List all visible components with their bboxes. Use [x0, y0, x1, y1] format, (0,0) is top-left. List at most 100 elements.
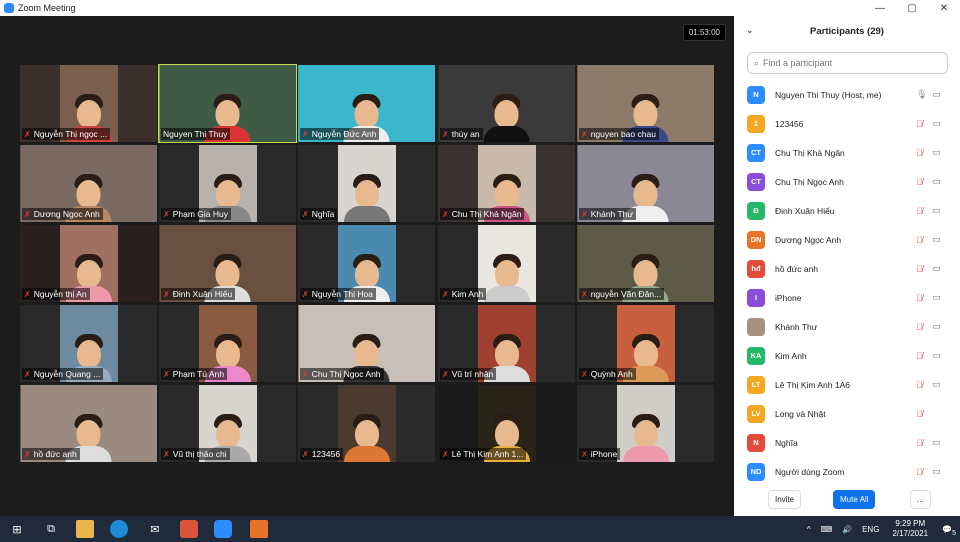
- zoom-taskbar-icon[interactable]: [214, 520, 232, 538]
- search-input[interactable]: [763, 58, 934, 68]
- participant-face: [354, 100, 379, 128]
- video-tile[interactable]: ✗ Kim Anh: [438, 225, 575, 302]
- video-off-icon[interactable]: ▭: [932, 263, 941, 274]
- video-off-icon[interactable]: ▭: [932, 437, 941, 448]
- mic-icon[interactable]: 🎙: [916, 89, 927, 100]
- video-tile[interactable]: ✗ nguyen bao chau: [577, 65, 714, 142]
- app2-icon[interactable]: [250, 520, 268, 538]
- muted-mic-icon[interactable]: 🎙̸: [916, 293, 923, 303]
- muted-mic-icon[interactable]: 🎙̸: [916, 351, 923, 361]
- participant-face: [494, 180, 519, 208]
- muted-mic-icon[interactable]: 🎙̸: [916, 467, 923, 477]
- participant-row[interactable]: N Nguyen Thi Thuy (Host, me) 🎙 ▭: [734, 80, 960, 109]
- participant-row[interactable]: LT Lê Thị Kim Anh 1A6 🎙̸ ▭: [734, 370, 960, 399]
- video-off-icon[interactable]: ▭: [932, 147, 941, 158]
- video-tile[interactable]: ✗ Đinh Xuân Hiếu: [159, 225, 296, 302]
- windows-start-icon[interactable]: ⊞: [8, 520, 26, 538]
- task-view-icon[interactable]: ⧉: [42, 520, 60, 538]
- muted-mic-icon[interactable]: 🎙̸: [916, 235, 923, 245]
- video-tile[interactable]: ✗ Lê Thị Kim Anh 1...: [438, 385, 575, 462]
- video-tile[interactable]: ✗ nguyễn Văn Đăn...: [577, 225, 714, 302]
- participant-row[interactable]: Đ Đinh Xuân Hiếu 🎙̸ ▭: [734, 196, 960, 225]
- video-tile[interactable]: ✗ 123456: [298, 385, 435, 462]
- muted-mic-icon[interactable]: 🎙̸: [916, 438, 923, 448]
- participant-row[interactable]: DN Dương Ngọc Anh 🎙̸ ▭: [734, 225, 960, 254]
- mail-icon[interactable]: ✉: [146, 520, 164, 538]
- collapse-chevron-icon[interactable]: ⌄: [746, 25, 754, 36]
- muted-mic-icon[interactable]: 🎙̸: [916, 119, 923, 129]
- video-off-icon[interactable]: ▭: [932, 292, 941, 303]
- video-tile[interactable]: ✗ Nguyễn thị An: [20, 225, 157, 302]
- video-off-icon[interactable]: ▭: [932, 234, 941, 245]
- minimize-button[interactable]: —: [864, 0, 896, 16]
- invite-button[interactable]: Invite: [768, 490, 802, 509]
- muted-mic-icon: ✗: [24, 129, 31, 139]
- notification-icon[interactable]: 💬 5: [942, 525, 956, 537]
- muted-mic-icon[interactable]: 🎙̸: [916, 264, 923, 274]
- video-tile[interactable]: ✗ Khánh Thư: [577, 145, 714, 222]
- tile-name: Nguyễn Quang ...: [33, 369, 101, 379]
- volume-icon[interactable]: 🔊: [842, 525, 852, 534]
- video-tile[interactable]: ✗ Nguyễn Quang ...: [20, 305, 157, 382]
- close-button[interactable]: ✕: [928, 0, 960, 16]
- video-tile[interactable]: ✗ hồ đức anh: [20, 385, 157, 462]
- participant-row[interactable]: ND Người dùng Zoom 🎙̸ ▭: [734, 457, 960, 486]
- video-tile[interactable]: ✗ Quỳnh Anh: [577, 305, 714, 382]
- video-off-icon[interactable]: ▭: [932, 205, 941, 216]
- tile-name: thùy an: [451, 129, 480, 139]
- app-icon[interactable]: [180, 520, 198, 538]
- video-tile[interactable]: ✗ Vũ trí nhân: [438, 305, 575, 382]
- video-tile[interactable]: ✗ Dương Ngọc Anh: [20, 145, 157, 222]
- muted-mic-icon[interactable]: 🎙̸: [916, 206, 923, 216]
- video-tile[interactable]: ✗ Nguyễn Thị ngọc ...: [20, 65, 157, 142]
- participant-face: [76, 340, 101, 368]
- participant-row[interactable]: CT Chu Thị Khả Ngân 🎙̸ ▭: [734, 138, 960, 167]
- participant-row[interactable]: 1 123456 🎙̸ ▭: [734, 109, 960, 138]
- maximize-button[interactable]: ▢: [896, 0, 928, 16]
- video-off-icon[interactable]: ▭: [932, 176, 941, 187]
- video-tile[interactable]: ✗ Chu Thị Ngọc Anh: [298, 305, 435, 382]
- video-tile[interactable]: ✗ Vũ thị thảo chi: [159, 385, 296, 462]
- video-tile[interactable]: ✗ iPhone: [577, 385, 714, 462]
- video-tile[interactable]: ✗ thùy an: [438, 65, 575, 142]
- video-tile[interactable]: ✗ Chu Thị Khả Ngân: [438, 145, 575, 222]
- muted-mic-icon[interactable]: 🎙̸: [916, 409, 923, 419]
- video-tile[interactable]: Nguyen Thi Thuy: [158, 64, 297, 143]
- video-off-icon[interactable]: ▭: [932, 89, 941, 100]
- edge-browser-icon[interactable]: [110, 520, 128, 538]
- participant-face: [494, 420, 519, 448]
- tile-name: nguyen bao chau: [590, 129, 656, 139]
- video-feed: [337, 145, 396, 222]
- keyboard-icon[interactable]: ⌨: [821, 525, 833, 534]
- video-tile[interactable]: ✗ Phạm Gia Huy: [159, 145, 296, 222]
- participant-row[interactable]: CT Chu Thị Ngọc Anh 🎙̸ ▭: [734, 167, 960, 196]
- video-off-icon[interactable]: ▭: [932, 350, 941, 361]
- video-off-icon[interactable]: ▭: [932, 379, 941, 390]
- language-indicator[interactable]: ENG: [862, 525, 879, 534]
- muted-mic-icon[interactable]: 🎙̸: [916, 380, 923, 390]
- participant-search[interactable]: ⌕: [747, 52, 948, 74]
- muted-mic-icon[interactable]: 🎙̸: [916, 148, 923, 158]
- participant-row[interactable]: KA Kim Anh 🎙̸ ▭: [734, 341, 960, 370]
- muted-mic-icon[interactable]: 🎙̸: [916, 177, 923, 187]
- participant-row[interactable]: LV Long và Nhật 🎙̸: [734, 399, 960, 428]
- clock[interactable]: 9:29 PM 2/17/2021: [892, 519, 928, 539]
- tile-name-label: ✗ Khánh Thư: [579, 208, 637, 220]
- video-off-icon[interactable]: ▭: [932, 118, 941, 129]
- video-tile[interactable]: ✗ Nguyễn Đức Anh: [298, 65, 435, 142]
- file-explorer-icon[interactable]: [76, 520, 94, 538]
- more-button[interactable]: ...: [910, 490, 931, 509]
- tile-name-label: ✗ Phạm Tú Anh: [161, 368, 228, 380]
- video-tile[interactable]: ✗ Nghĩa: [298, 145, 435, 222]
- video-tile[interactable]: ✗ Phạm Tú Anh: [159, 305, 296, 382]
- participant-row[interactable]: IiPhone 🎙̸ ▭: [734, 283, 960, 312]
- mute-all-button[interactable]: Mute All: [833, 490, 876, 509]
- video-tile[interactable]: ✗ Nguyễn Thị Hoa: [298, 225, 435, 302]
- video-off-icon[interactable]: ▭: [932, 466, 941, 477]
- muted-mic-icon[interactable]: 🎙̸: [916, 322, 923, 332]
- participant-row[interactable]: N Nghĩa 🎙̸ ▭: [734, 428, 960, 457]
- participant-row[interactable]: hđ hồ đức anh 🎙̸ ▭: [734, 254, 960, 283]
- video-off-icon[interactable]: ▭: [932, 321, 941, 332]
- participant-row[interactable]: Khánh Thư 🎙̸ ▭: [734, 312, 960, 341]
- tray-chevron-icon[interactable]: ^: [807, 525, 811, 534]
